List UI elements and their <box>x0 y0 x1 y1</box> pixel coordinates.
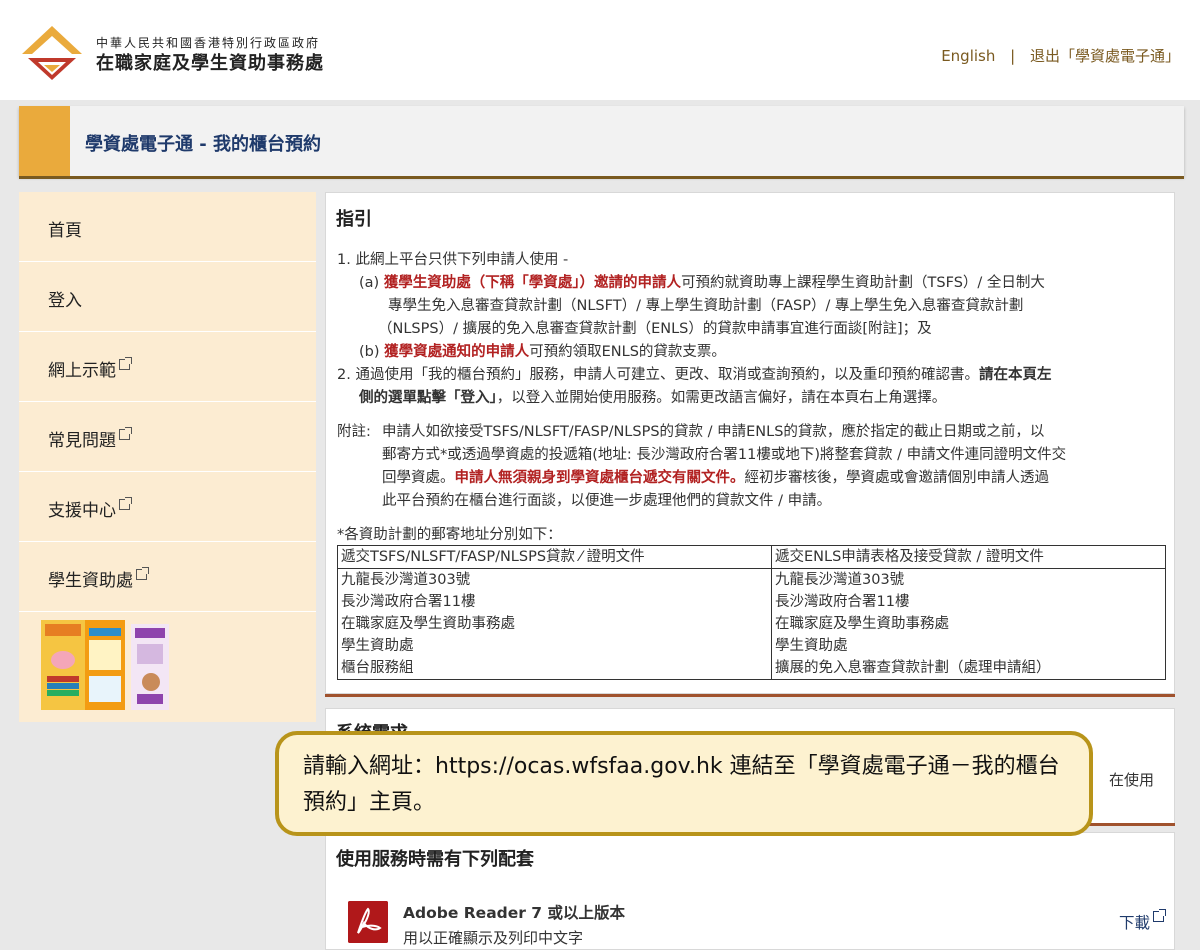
external-link-icon <box>119 427 132 440</box>
guide-point-1b: (b) 獲學資處通知的申請人可預約領取ENLS的貸款支票。 <box>359 341 726 364</box>
page-title: 學資處電子通 - 我的櫃台預約 <box>85 134 322 155</box>
sidebar-item-online-demo[interactable]: 網上示範 <box>19 332 316 402</box>
external-link-icon <box>119 497 132 510</box>
guide-point-1b-text: 可預約領取ENLS的貸款支票。 <box>529 344 726 360</box>
table-header: 遞交ENLS申請表格及接受貸款 / 證明文件 <box>771 545 1166 569</box>
english-link[interactable]: English <box>941 47 995 65</box>
address-line: 在職家庭及學生資助事務處 <box>341 616 515 632</box>
download-label: 下載 <box>1118 914 1150 932</box>
guide-point-2: 2. 通過使用「我的櫃台預約」服務，申請人可建立、更改、取消或查詢預約，以及重印… <box>337 364 1051 387</box>
note-line-3: 回學資處。申請人無須親身到學資處櫃台遞交有關文件。經初步審核後，學資處或會邀請個… <box>382 467 1049 490</box>
guide-point-1b-prefix: (b) <box>359 344 385 360</box>
callout-text: 請輸入網址：https://ocas.wfsfaa.gov.hk 連結至「學資處… <box>303 754 1060 815</box>
table-row: 九龍長沙灣道303號 長沙灣政府合署11樓 在職家庭及學生資助事務處 學生資助處… <box>337 568 1166 680</box>
note-line-3-rest: 經初步審核後，學資處或會邀請個別申請人透過 <box>744 470 1050 486</box>
system-requirements-text: 在使用 <box>1108 771 1154 789</box>
sidebar-item-label: 網上示範 <box>48 361 116 381</box>
sidebar-item-home[interactable]: 首頁 <box>19 192 316 262</box>
title-divider <box>19 176 1184 179</box>
guide-point-1a: (a) 獲學生資助處（下稱「學資處」）邀請的申請人可預約就資助專上課程學生資助計… <box>359 272 1045 295</box>
top-header: 中華人民共和國香港特別行政區政府 在職家庭及學生資助事務處 English | … <box>0 0 1200 100</box>
note-line-1: 申請人如欲接受TSFS/NLSFT/FASP/NLSPS的貸款 / 申請ENLS… <box>382 424 1045 440</box>
title-accent-block <box>19 106 70 176</box>
address-line: 在職家庭及學生資助事務處 <box>775 616 949 632</box>
required-software-panel: 使用服務時需有下列配套 Adobe Reader 7 或以上版本 用以正確顯示及… <box>325 832 1175 950</box>
external-link-icon <box>119 357 132 370</box>
address-intro: *各資助計劃的郵寄地址分別如下： <box>337 527 562 543</box>
link-separator: | <box>1010 47 1016 65</box>
note-line-4: 此平台預約在櫃台進行面談，以便進一步處理他們的貸款文件 / 申請。 <box>382 493 832 509</box>
address-line: 九龍長沙灣道303號 <box>341 572 471 588</box>
sidebar-item-faq[interactable]: 常見問題 <box>19 402 316 472</box>
table-header: 遞交TSFS/NLSFT/FASP/NLSPS貸款 ⁄ 證明文件 <box>337 545 772 569</box>
sidebar-item-label: 首頁 <box>48 221 82 241</box>
address-cell-2: 九龍長沙灣道303號 長沙灣政府合署11樓 在職家庭及學生資助事務處 學生資助處… <box>771 568 1166 680</box>
address-cell-1: 九龍長沙灣道303號 長沙灣政府合署11樓 在職家庭及學生資助事務處 學生資助處… <box>337 568 772 680</box>
guide-point-2-line2: 側的選單點擊「登入」，以登入並開始使用服務。如需更改語言偏好，請在本頁右上角選擇… <box>359 387 946 410</box>
logout-link[interactable]: 退出「學資處電子通」 <box>1030 47 1180 65</box>
page-title-bar: 學資處電子通 - 我的櫃台預約 <box>19 106 1184 176</box>
promo-posters[interactable] <box>41 620 169 710</box>
table-header-row: 遞交TSFS/NLSFT/FASP/NLSPS貸款 ⁄ 證明文件 遞交ENLS申… <box>337 545 1166 569</box>
guide-point-2-bold: 請在本頁左 <box>978 367 1052 383</box>
sidebar-item-label: 常見問題 <box>48 431 116 451</box>
external-link-icon <box>136 567 149 580</box>
sidebar-item-label: 支援中心 <box>48 501 116 521</box>
software-name: Adobe Reader 7 或以上版本 <box>403 904 625 922</box>
sidebar-item-sfo[interactable]: 學生資助處 <box>19 542 316 612</box>
note-line-3-text: 回學資處。 <box>382 470 455 486</box>
guide-point-1a-highlight: 獲學生資助處（下稱「學資處」）邀請的申請人 <box>383 275 682 291</box>
address-line: 櫃台服務組 <box>341 660 414 676</box>
guide-point-1: 1. 此網上平台只供下列申請人使用 - <box>337 252 569 268</box>
external-link-icon <box>1153 909 1166 922</box>
note-line-3-highlight: 申請人無須親身到學資處櫃台遞交有關文件。 <box>454 470 745 486</box>
address-table: 遞交TSFS/NLSFT/FASP/NLSPS貸款 ⁄ 證明文件 遞交ENLS申… <box>337 545 1166 680</box>
guide-point-2-text-2: ，以登入並開始使用服務。如需更改語言偏好，請在本頁右上角選擇。 <box>496 390 947 406</box>
guide-point-1a-line3: （NLSPS）/ 擴展的免入息審查貸款計劃（ENLS）的貸款申請事宜進行面談[附… <box>378 321 932 337</box>
panel-bottom-border <box>325 694 1175 697</box>
guide-point-1a-text: 可預約就資助專上課程學生資助計劃（TSFS）/ 全日制大 <box>681 275 1045 291</box>
guide-point-1a-line2: 專學生免入息審查貸款計劃（NLSFT）/ 專上學生資助計劃（FASP）/ 專上學… <box>388 298 1024 314</box>
guide-point-2-text: 2. 通過使用「我的櫃台預約」服務，申請人可建立、更改、取消或查詢預約，以及重印… <box>337 367 979 383</box>
required-software-heading: 使用服務時需有下列配套 <box>336 849 534 870</box>
sidebar-item-login[interactable]: 登入 <box>19 262 316 332</box>
instruction-callout: 請輸入網址：https://ocas.wfsfaa.gov.hk 連結至「學資處… <box>275 731 1093 836</box>
guide-point-1a-prefix: (a) <box>359 275 384 291</box>
note-label: 附註: <box>337 424 371 440</box>
address-line: 九龍長沙灣道303號 <box>775 572 905 588</box>
sidebar-item-support-centre[interactable]: 支援中心 <box>19 472 316 542</box>
address-line: 長沙灣政府合署11樓 <box>341 594 476 610</box>
adobe-reader-icon <box>348 901 388 943</box>
address-line: 擴展的免入息審查貸款計劃（處理申請組） <box>775 660 1051 676</box>
software-description: 用以正確顯示及列印中文字 <box>403 929 584 947</box>
guide-point-1b-highlight: 獲學資處通知的申請人 <box>384 344 530 360</box>
top-links: English | 退出「學資處電子通」 <box>941 45 1180 66</box>
guide-panel: 指引 1. 此網上平台只供下列申請人使用 - (a) 獲學生資助處（下稱「學資處… <box>325 192 1175 694</box>
sidebar-item-label: 登入 <box>48 291 82 311</box>
guide-point-2-bold-2: 側的選單點擊「登入」 <box>359 390 497 406</box>
note-line-2: 郵寄方式*或透過學資處的投遞箱(地址: 長沙灣政府合署11樓或地下)將整套貸款 … <box>382 447 1067 463</box>
sidebar-menu: 首頁 登入 網上示範 常見問題 支援中心 學生資助處 <box>19 192 316 722</box>
address-line: 學生資助處 <box>341 638 414 654</box>
download-link[interactable]: 下載 <box>1118 909 1166 933</box>
address-line: 長沙灣政府合署11樓 <box>775 594 910 610</box>
sidebar-item-label: 學生資助處 <box>48 571 133 591</box>
address-line: 學生資助處 <box>775 638 848 654</box>
org-name-line2: 在職家庭及學生資助事務處 <box>96 53 324 74</box>
guide-heading: 指引 <box>336 209 372 230</box>
wfsfaa-logo-icon <box>22 26 82 80</box>
